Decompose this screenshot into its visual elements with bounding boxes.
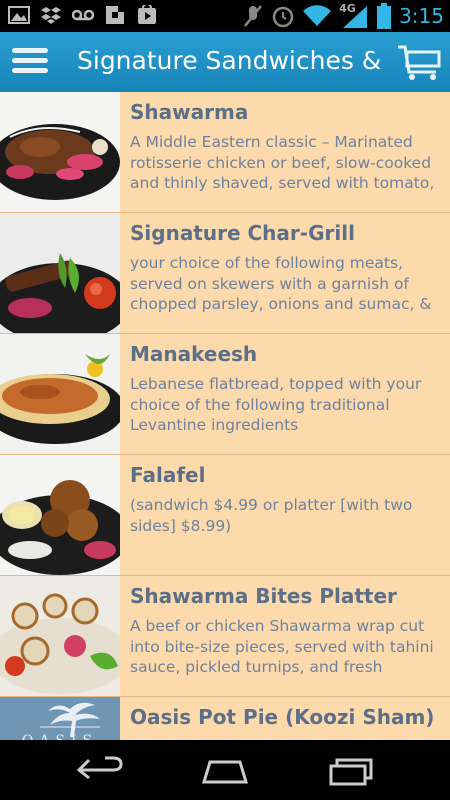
voicemail-icon <box>72 9 94 21</box>
oasis-logo-photo: OASIS <box>0 697 120 740</box>
dropbox-icon <box>41 7 61 24</box>
battery-icon <box>377 3 392 29</box>
item-name: Manakeesh <box>130 342 258 366</box>
item-name: Shawarma Bites Platter <box>130 584 397 608</box>
item-description: your choice of the following meats, serv… <box>130 254 432 313</box>
hamburger-menu-icon[interactable] <box>12 48 48 76</box>
item-description: (sandwich $4.99 or platter [with two sid… <box>130 496 413 535</box>
play-store-icon <box>138 5 156 24</box>
recent-apps-icon[interactable] <box>325 754 375 786</box>
shopping-cart-icon[interactable] <box>396 42 442 82</box>
falafel-photo <box>0 455 120 575</box>
menu-item-list[interactable]: Shawarma A Middle Eastern classic – Mari… <box>0 92 450 740</box>
notification-icons <box>8 5 158 25</box>
page-title: Signature Sandwiches & <box>77 46 382 75</box>
list-item[interactable]: Manakeesh Lebanese flatbread, topped wit… <box>0 334 450 455</box>
char-grill-photo <box>0 213 120 333</box>
item-name: Shawarma <box>130 100 249 124</box>
item-name: Oasis Pot Pie (Koozi Sham) <box>130 705 435 729</box>
alarm-icon <box>272 6 294 28</box>
home-icon[interactable] <box>200 754 250 786</box>
list-item[interactable]: Falafel (sandwich $4.99 or platter [with… <box>0 455 450 576</box>
shawarma-photo <box>0 92 120 212</box>
list-item[interactable]: Shawarma Bites Platter A beef or chicken… <box>0 576 450 697</box>
clock-time: 3:15 <box>399 4 444 28</box>
list-item[interactable]: Signature Char-Grill your choice of the … <box>0 213 450 334</box>
item-description: Lebanese flatbread, topped with your cho… <box>130 375 422 434</box>
item-name: Falafel <box>130 463 206 487</box>
item-description: A beef or chicken Shawarma wrap cut into… <box>130 617 434 676</box>
navigation-bar <box>0 740 450 800</box>
system-status-icons: 4G 3:15 <box>243 2 444 29</box>
item-name: Signature Char-Grill <box>130 221 355 245</box>
signal-icon: 4G <box>339 2 369 28</box>
status-bar: 4G 3:15 <box>0 0 450 32</box>
back-icon[interactable] <box>75 754 125 786</box>
wifi-icon <box>303 5 332 27</box>
manakeesh-photo <box>0 334 120 454</box>
item-description: A Middle Eastern classic – Marinated rot… <box>130 133 435 192</box>
svg-text:OASIS: OASIS <box>22 733 98 740</box>
action-bar: Signature Sandwiches & <box>0 32 450 92</box>
flipboard-icon <box>106 6 124 24</box>
shawarma-bites-photo <box>0 576 120 696</box>
mute-icon <box>244 5 263 27</box>
list-item[interactable]: Shawarma A Middle Eastern classic – Mari… <box>0 92 450 213</box>
list-item[interactable]: OASIS Oasis Pot Pie (Koozi Sham) <box>0 697 450 740</box>
image-icon <box>8 6 30 24</box>
